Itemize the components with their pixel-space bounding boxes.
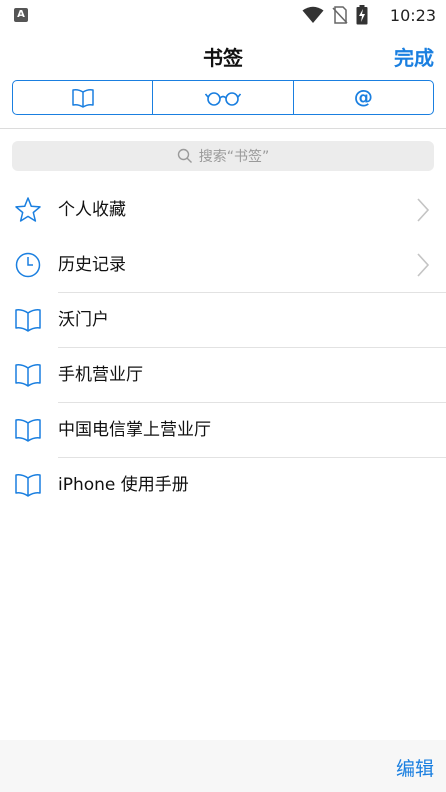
- book-icon: [14, 306, 42, 334]
- no-sim-icon: [332, 6, 348, 24]
- tab-bookmarks[interactable]: [13, 81, 154, 114]
- chevron-right-icon: [417, 253, 430, 277]
- bottom-toolbar: 编辑: [0, 740, 446, 792]
- glasses-icon: [204, 91, 241, 106]
- list-item-bookmark[interactable]: 中国电信掌上营业厅: [0, 403, 446, 458]
- edit-button[interactable]: 编辑: [396, 754, 434, 781]
- list-item-label: 中国电信掌上营业厅: [58, 420, 211, 440]
- book-icon: [14, 471, 42, 499]
- search-input[interactable]: 搜索“书签”: [12, 141, 434, 171]
- tab-shared-links[interactable]: @: [294, 81, 433, 114]
- done-button[interactable]: 完成: [394, 42, 434, 71]
- nav-bar: 书签 完成: [0, 32, 446, 78]
- header-divider: [0, 128, 446, 129]
- list-item-favorites[interactable]: 个人收藏: [0, 183, 446, 238]
- at-icon: @: [353, 86, 373, 108]
- star-icon: [14, 196, 42, 224]
- status-bar: A 10:23: [0, 0, 446, 32]
- list-item-label: 个人收藏: [58, 200, 126, 220]
- book-icon: [14, 416, 42, 444]
- clock-icon: [14, 251, 42, 279]
- app-notification-icon: A: [14, 8, 28, 22]
- bookmark-list: 个人收藏 历史记录 沃门户 手机营业厅 中国电信掌上营业厅 iPhone 使用手…: [0, 183, 446, 513]
- list-item-bookmark[interactable]: 手机营业厅: [0, 348, 446, 403]
- list-item-bookmark[interactable]: 沃门户: [0, 293, 446, 348]
- book-icon: [14, 361, 42, 389]
- chevron-right-icon: [417, 198, 430, 222]
- list-item-label: 历史记录: [58, 255, 126, 275]
- list-item-label: 手机营业厅: [58, 365, 143, 385]
- system-icons: [302, 5, 368, 25]
- search-placeholder: 搜索“书签”: [198, 149, 270, 165]
- tab-reading-list[interactable]: [153, 81, 294, 114]
- page-title: 书签: [203, 46, 243, 70]
- list-item-bookmark[interactable]: iPhone 使用手册: [0, 458, 446, 513]
- bookmark-segmented-control: @: [12, 80, 434, 115]
- status-time: 10:23: [389, 6, 436, 25]
- battery-charging-icon: [356, 5, 368, 25]
- book-icon: [71, 88, 94, 108]
- wifi-icon: [302, 6, 324, 23]
- list-item-history[interactable]: 历史记录: [0, 238, 446, 293]
- list-item-label: 沃门户: [58, 310, 109, 330]
- search-icon: [177, 148, 192, 163]
- list-item-label: iPhone 使用手册: [58, 475, 189, 495]
